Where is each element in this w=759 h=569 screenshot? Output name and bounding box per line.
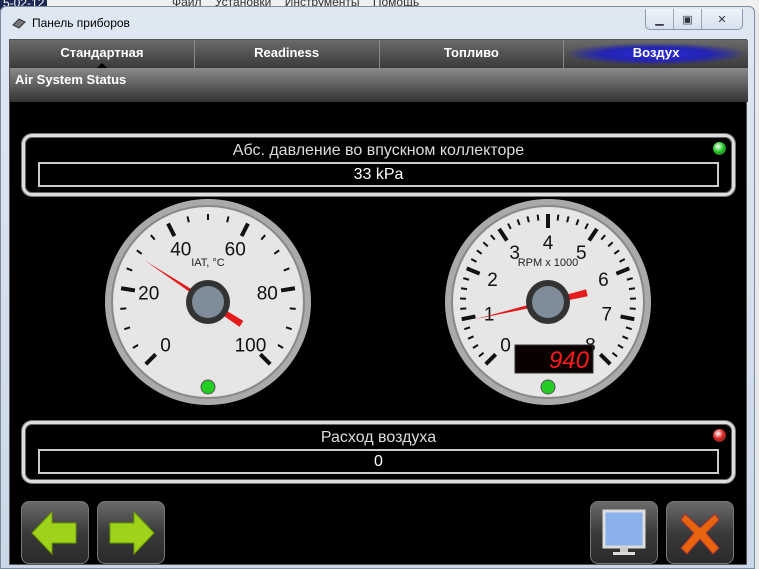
status-led-icon [200, 379, 216, 395]
title-bar: Панель приборов [11, 16, 130, 30]
close-button[interactable] [666, 501, 734, 564]
arrow-right-icon [109, 510, 155, 555]
forward-button[interactable] [97, 501, 165, 564]
tab-label: Readiness [254, 45, 320, 60]
tick-label: 40 [170, 240, 191, 261]
tick-label: 6 [598, 270, 609, 291]
minor-tick [526, 216, 530, 223]
minor-tick [628, 287, 636, 291]
monitor-icon [602, 509, 646, 555]
tab-standard[interactable]: Стандартная [10, 40, 195, 68]
tick-label: 100 [235, 335, 267, 356]
gauge-label: RPM x 1000 [518, 257, 579, 269]
tick-label: 0 [500, 335, 511, 356]
major-tick [461, 314, 476, 322]
major-tick [120, 286, 136, 293]
tick-label: 0 [160, 335, 171, 356]
minor-tick [566, 216, 570, 223]
section-header: Air System Status [10, 68, 748, 102]
tick-label: 2 [487, 270, 498, 291]
minor-tick [536, 214, 540, 221]
tab-air[interactable]: Воздух [564, 40, 748, 68]
minor-tick [226, 216, 230, 223]
airflow-label: Расход воздуха [320, 429, 437, 446]
airflow-panel: Расход воздуха 0 [22, 421, 735, 483]
airflow-value: 0 [38, 449, 719, 474]
tab-label: Воздух [632, 45, 680, 60]
tab-bar: Стандартная Readiness Топливо Воздух [10, 40, 748, 68]
minor-tick [460, 287, 468, 291]
close-x-icon [680, 512, 720, 555]
maximize-button[interactable]: ▣ [674, 9, 702, 29]
window-controls: ▁ ▣ ✕ [645, 9, 743, 30]
minimize-button[interactable]: ▁ [646, 9, 674, 29]
major-tick [280, 286, 296, 293]
tick-label: 20 [138, 284, 159, 305]
tick-label: 4 [543, 233, 554, 254]
tick-label: 60 [225, 240, 246, 261]
dashboard-window: Панель приборов ▁ ▣ ✕ Стандартная Readin… [0, 6, 755, 569]
tick-label: 80 [257, 284, 278, 305]
status-led-icon [540, 379, 556, 395]
status-led-icon [713, 429, 726, 442]
caret-icon [96, 58, 107, 68]
minor-tick [556, 214, 560, 221]
rpm-gauge: 012345678RPM x 1000940 [445, 199, 651, 405]
iat-gauge: 0 20 40 60 80 100 IAT, °C [105, 199, 311, 405]
map-value: 33 kPa [38, 162, 719, 187]
tab-label: Топливо [443, 45, 499, 60]
needle-cap [192, 286, 224, 318]
needle-cap [532, 286, 564, 318]
chip-icon [12, 18, 26, 29]
map-panel: Абс. давление во впускном коллекторе 33 … [22, 134, 735, 196]
minor-tick [186, 216, 190, 223]
tick-label: 7 [602, 305, 613, 326]
tab-readiness[interactable]: Readiness [195, 40, 380, 68]
gauge-label: IAT, °C [191, 257, 225, 269]
tab-fuel[interactable]: Топливо [380, 40, 565, 68]
close-window-button[interactable]: ✕ [702, 9, 742, 29]
rpm-digital-value: 940 [549, 347, 590, 374]
window-title: Панель приборов [32, 16, 130, 30]
map-label: Абс. давление во впускном коллекторе [232, 142, 525, 159]
display-button[interactable] [590, 501, 658, 564]
client-area: Стандартная Readiness Топливо Воздух Air… [9, 39, 748, 565]
status-led-icon [713, 142, 726, 155]
back-button[interactable] [21, 501, 89, 564]
arrow-left-icon [31, 510, 77, 555]
major-tick [620, 314, 635, 322]
